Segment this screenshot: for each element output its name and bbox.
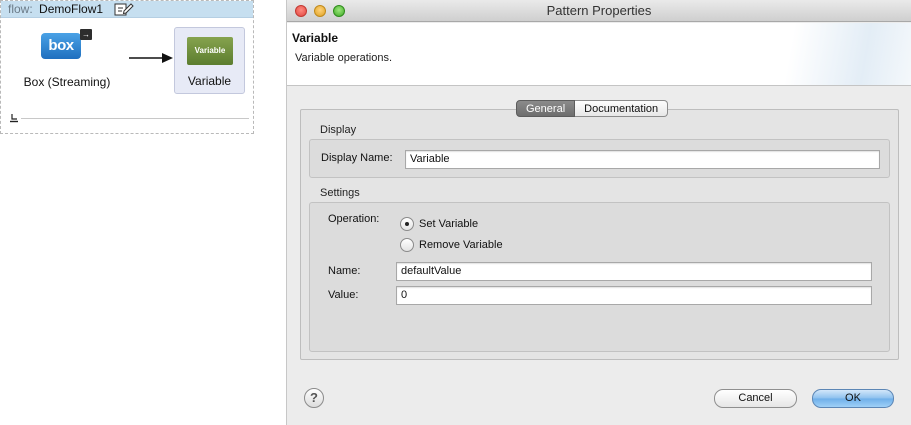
collapse-icon[interactable]	[9, 113, 19, 123]
remove-variable-radio[interactable]	[400, 238, 414, 252]
variable-transformer-icon: Variable	[187, 37, 233, 65]
tab-documentation[interactable]: Documentation	[575, 100, 669, 117]
flow-canvas: flow: DemoFlow1 box → Box (Streaming) Va…	[0, 0, 254, 134]
edit-flow-icon[interactable]	[114, 2, 134, 16]
box-streaming-node[interactable]: box → Box (Streaming)	[9, 29, 125, 95]
variable-node-label: Variable	[187, 74, 232, 88]
settings-group: Operation: Set Variable Remove Variable …	[309, 202, 890, 352]
name-input[interactable]: defaultValue	[396, 262, 872, 281]
general-tab-panel: Display Display Name: Variable Settings …	[300, 109, 899, 360]
banner-title: Variable	[292, 31, 339, 45]
dialog-banner: Variable Variable operations.	[287, 23, 911, 86]
display-group: Display Name: Variable	[309, 139, 890, 178]
remove-variable-label[interactable]: Remove Variable	[419, 239, 503, 251]
cancel-button[interactable]: Cancel	[714, 389, 797, 408]
banner-description: Variable operations.	[295, 52, 393, 64]
dialog-title: Pattern Properties	[546, 3, 652, 18]
help-icon[interactable]: ?	[304, 388, 324, 408]
name-label: Name:	[328, 265, 361, 277]
flow-divider	[21, 118, 249, 119]
window-minimize-icon[interactable]	[314, 5, 326, 17]
flow-name: DemoFlow1	[39, 2, 104, 16]
display-name-input[interactable]: Variable	[405, 150, 880, 169]
display-name-label: Display Name:	[321, 152, 393, 164]
box-node-label: Box (Streaming)	[23, 75, 111, 89]
tab-bar: General Documentation	[516, 100, 669, 117]
variable-node[interactable]: Variable Variable	[174, 27, 245, 94]
flow-arrow-icon	[129, 53, 173, 63]
window-close-icon[interactable]	[295, 5, 307, 17]
value-label: Value:	[328, 289, 359, 301]
pattern-properties-dialog: Pattern Properties Variable Variable ope…	[286, 0, 911, 425]
outbound-badge-icon: →	[80, 29, 92, 40]
flow-prefix-label: flow:	[8, 2, 33, 16]
dialog-titlebar[interactable]: Pattern Properties	[287, 0, 911, 22]
box-logo-icon: box	[41, 33, 81, 59]
window-zoom-icon[interactable]	[333, 5, 345, 17]
operation-label: Operation:	[328, 213, 380, 225]
set-variable-radio[interactable]	[400, 217, 414, 231]
display-group-title: Display	[320, 124, 357, 136]
value-input[interactable]: 0	[396, 286, 872, 305]
flow-header[interactable]: flow: DemoFlow1	[1, 1, 253, 18]
ok-button[interactable]: OK	[812, 389, 894, 408]
settings-group-title: Settings	[320, 187, 360, 199]
set-variable-label[interactable]: Set Variable	[419, 218, 478, 230]
tab-general[interactable]: General	[516, 100, 576, 117]
